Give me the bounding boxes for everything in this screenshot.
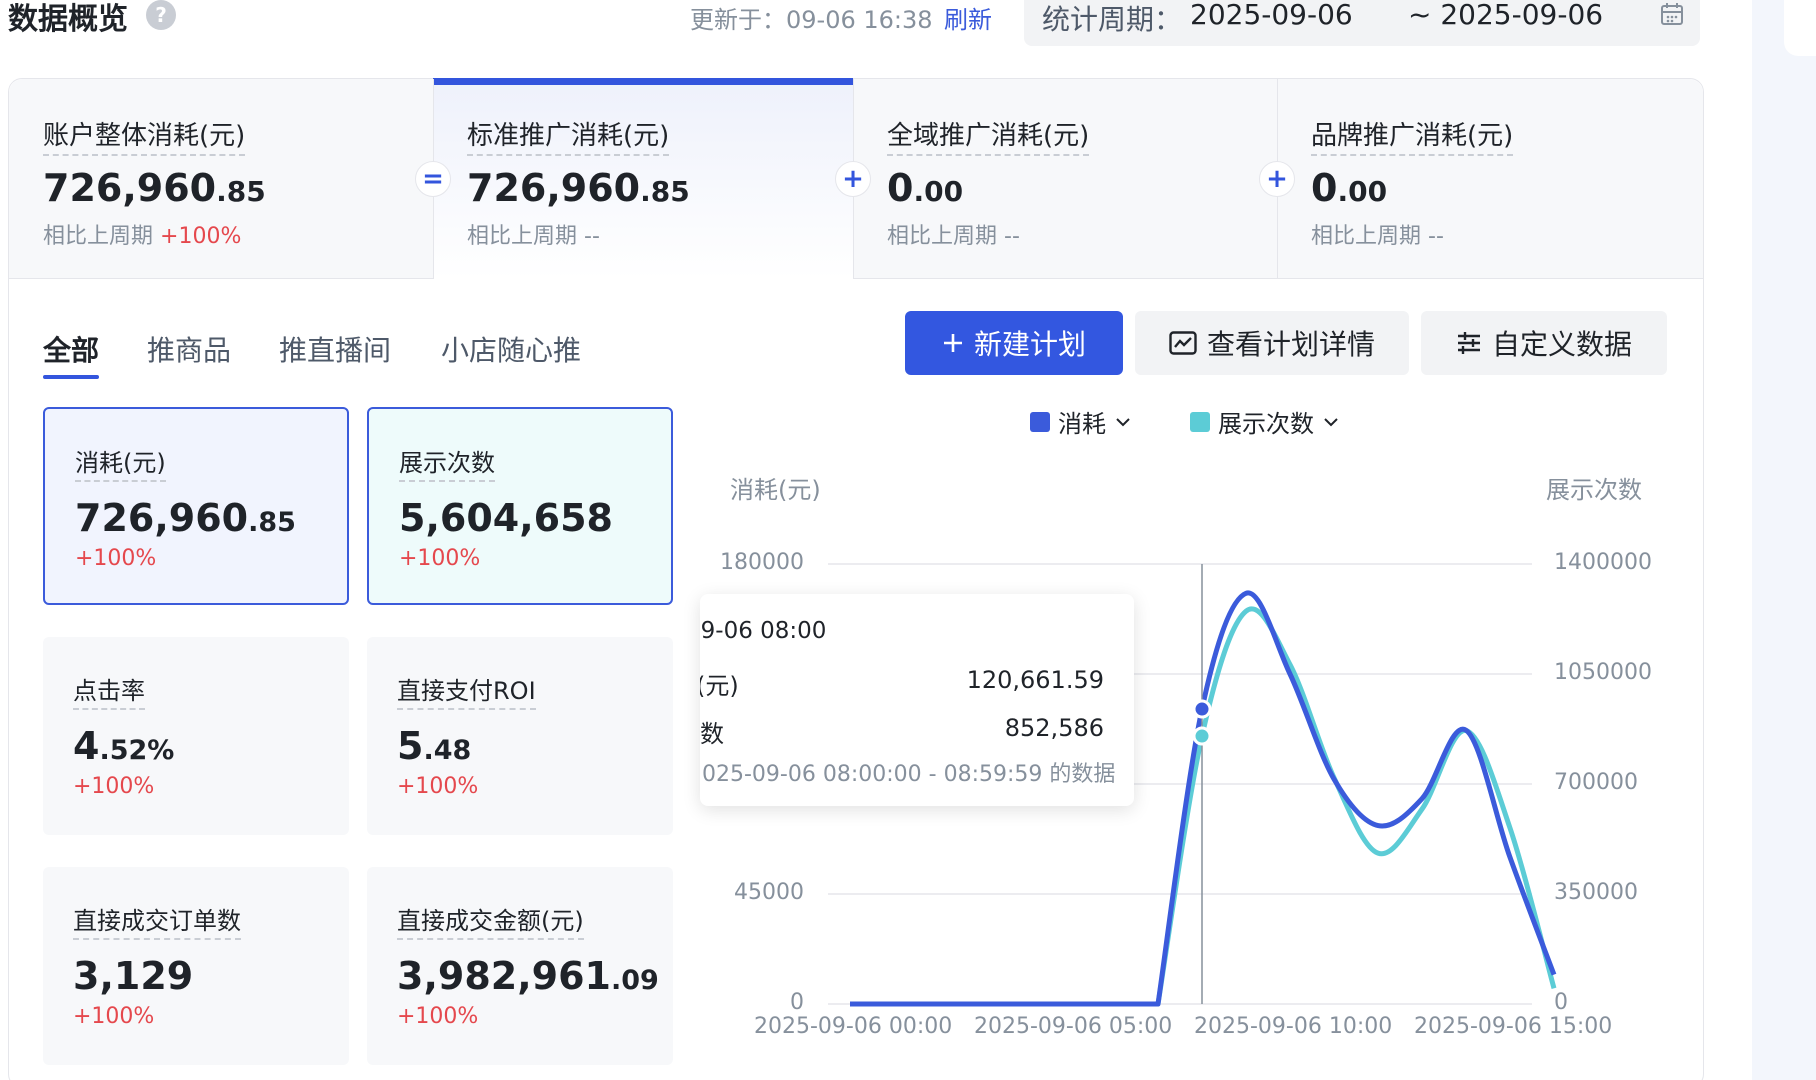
plus-icon: + xyxy=(1259,161,1295,197)
page: 数据概览 ? 更新于：09-06 16:38 刷新 统计周期： 2025-09-… xyxy=(0,0,1816,1080)
equals-icon: = xyxy=(415,161,451,197)
line-chart[interactable] xyxy=(0,0,1816,1080)
chart-tooltip: 09-06 08:00 消耗(元)120,661.59 展示次数852,586 … xyxy=(700,594,1134,806)
hover-point-cost xyxy=(1192,699,1212,719)
tooltip-row-cost: 消耗(元)120,661.59 xyxy=(700,666,1104,700)
tooltip-row-impressions: 展示次数852,586 xyxy=(700,714,1104,748)
plus-icon: + xyxy=(835,161,871,197)
hover-point-impressions xyxy=(1192,726,1212,746)
tooltip-note: 2025-09-06 08:00:00 - 08:59:59 的数据 xyxy=(700,762,1116,787)
tooltip-time: 09-06 08:00 xyxy=(700,618,827,644)
